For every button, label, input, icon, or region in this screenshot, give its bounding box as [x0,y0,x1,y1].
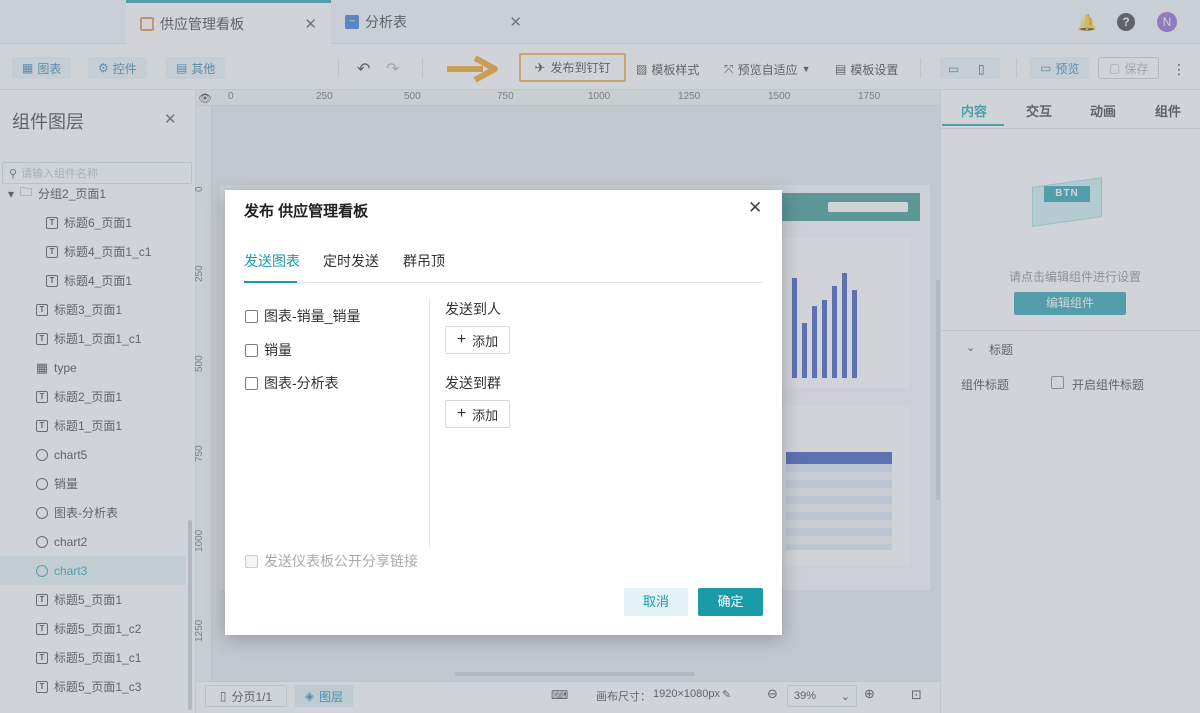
dialog-title: 发布 供应管理看板 [244,203,369,220]
chart-option-label: 图表-分析表 [264,375,339,391]
plus-icon: + [456,405,467,422]
checkbox[interactable] [245,309,258,323]
share-link-label: 发送仪表板公开分享链接 [264,553,418,569]
tab-group-pin[interactable]: 群吊顶 [403,251,445,271]
chart-option-label: 销量 [264,342,292,358]
chart-option-label: 图表-销量_销量 [264,308,361,324]
checkbox[interactable] [245,554,258,568]
tab-send-chart[interactable]: 发送图表 [244,251,300,271]
checkbox[interactable] [245,343,258,357]
add-group-button[interactable]: + 添加 [445,400,510,428]
checkbox[interactable] [245,376,258,390]
plus-icon: + [456,331,467,348]
chart-option-sales[interactable]: 图表-销量_销量 [245,306,360,326]
tab-divider [244,282,763,283]
chart-option-volume[interactable]: 销量 [245,340,292,360]
share-link-option[interactable]: 发送仪表板公开分享链接 [245,551,418,571]
publish-dialog: 发布 供应管理看板 ✕ 发送图表 定时发送 群吊顶 图表-销量_销量 销量 图表… [225,190,782,635]
confirm-button[interactable]: 确定 [698,588,763,616]
add-label: 添加 [472,333,499,349]
add-person-button[interactable]: + 添加 [445,326,510,354]
close-icon[interactable]: ✕ [748,198,762,218]
active-tab-indicator [244,281,297,283]
column-divider [429,298,430,548]
cancel-button[interactable]: 取消 [624,588,688,616]
chart-option-analysis[interactable]: 图表-分析表 [245,373,339,393]
tab-scheduled-send[interactable]: 定时发送 [323,251,379,271]
add-label: 添加 [472,407,499,423]
send-to-group-label: 发送到群 [445,375,501,391]
send-to-person-label: 发送到人 [445,301,501,317]
